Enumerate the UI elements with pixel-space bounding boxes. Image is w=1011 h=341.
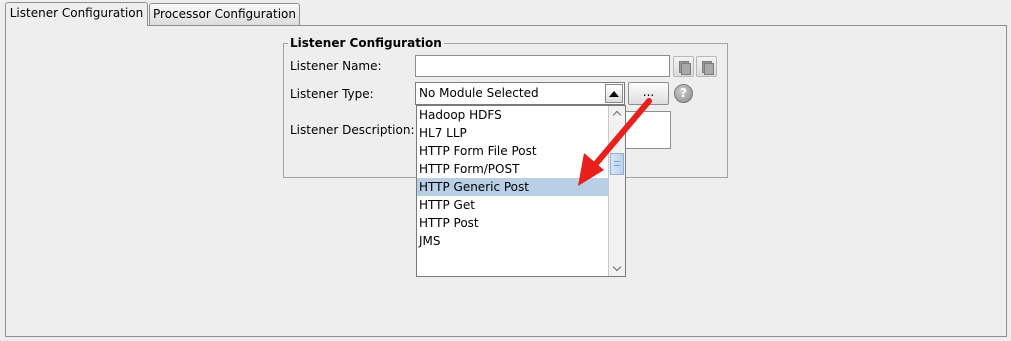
listener-configuration-panel: Listener Configuration Listener Name: Li… <box>5 25 1007 337</box>
copy-icon <box>678 60 691 75</box>
listener-type-label: Listener Type: <box>290 87 374 101</box>
tab-bar: Listener Configuration Processor Configu… <box>0 0 1011 26</box>
group-title: Listener Configuration <box>290 36 442 50</box>
tab-processor-configuration[interactable]: Processor Configuration <box>149 3 300 25</box>
chevron-up-icon <box>612 110 622 120</box>
scroll-up-button[interactable] <box>609 106 625 121</box>
help-icon[interactable]: ? <box>674 84 693 103</box>
dropdown-list: Hadoop HDFS HL7 LLP HTTP Form File Post … <box>417 106 609 250</box>
listener-name-label: Listener Name: <box>290 59 382 73</box>
documents-icon <box>701 60 714 75</box>
list-item[interactable]: HTTP Get <box>417 196 609 214</box>
list-item-highlighted[interactable]: HTTP Generic Post <box>417 178 609 196</box>
browse-button[interactable]: ... <box>628 82 669 105</box>
listener-type-selected: No Module Selected <box>419 86 539 100</box>
listener-type-combobox[interactable]: No Module Selected <box>415 82 625 105</box>
listener-name-input[interactable] <box>415 55 670 77</box>
list-item[interactable]: HTTP Form/POST <box>417 160 609 178</box>
list-item[interactable]: HTTP Form File Post <box>417 142 609 160</box>
list-item[interactable]: JMS <box>417 232 609 250</box>
dropdown-scrollbar[interactable] <box>608 106 625 276</box>
list-item[interactable]: HL7 LLP <box>417 124 609 142</box>
listener-type-dropdown: Hadoop HDFS HL7 LLP HTTP Form File Post … <box>416 105 626 277</box>
list-item[interactable]: HTTP Post <box>417 214 609 232</box>
paste-button[interactable] <box>696 56 717 77</box>
copy-button[interactable] <box>673 56 694 77</box>
triangle-up-icon <box>609 90 619 97</box>
combobox-arrow-button[interactable] <box>605 84 623 103</box>
tab-listener-configuration[interactable]: Listener Configuration <box>5 2 148 26</box>
list-item[interactable]: Hadoop HDFS <box>417 106 609 124</box>
chevron-down-icon <box>612 262 622 272</box>
scroll-thumb[interactable] <box>610 153 624 175</box>
scroll-down-button[interactable] <box>609 261 625 276</box>
listener-description-label: Listener Description: <box>290 123 415 137</box>
